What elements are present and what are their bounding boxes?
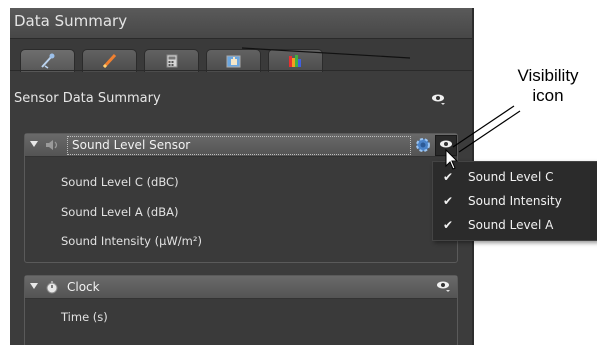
tab-graph-tools[interactable] [206,49,261,72]
visibility-annotation: Visibility icon [502,66,594,106]
collapse-triangle-icon[interactable] [30,283,38,289]
sensor-group: Sound Level Sensor Sound Level C (dBC) S… [24,133,458,263]
sensor-name-box[interactable]: Sound Level Sensor [67,136,411,155]
visibility-eye-icon[interactable] [430,92,446,106]
stopwatch-icon [46,281,58,294]
menu-item-sound-intensity[interactable]: ✔ Sound Intensity [433,190,597,214]
settings-gear-icon[interactable] [414,136,432,154]
visibility-eye-icon [440,140,452,148]
checkmark-icon: ✔ [443,194,454,208]
menu-item-label: Sound Intensity [468,194,562,208]
probe-icon [41,53,55,69]
section-title: Sensor Data Summary [14,91,161,106]
clock-header[interactable]: Clock [25,276,457,299]
clock-row: Time (s) [61,310,108,324]
sensor-row: Sound Intensity (µW/m²) [61,234,202,248]
sensor-header[interactable]: Sound Level Sensor [25,134,457,157]
visibility-menu: ✔ Sound Level C ✔ Sound Intensity ✔ Soun… [432,161,597,241]
clock-group: Clock Time (s) [24,275,458,345]
tab-annotate[interactable] [82,49,137,72]
tab-spectrum[interactable] [268,49,323,72]
sensor-row: Sound Level A (dBA) [61,205,179,219]
menu-item-label: Sound Level C [468,170,554,184]
pencil-icon [102,53,117,69]
checkmark-icon: ✔ [443,170,454,184]
data-summary-panel: Data Summary Sensor Data Summary Sound L… [10,8,472,345]
tab-divider [10,70,472,71]
visibility-button[interactable] [435,135,457,156]
menu-item-sound-level-c[interactable]: ✔ Sound Level C [433,166,597,190]
checkmark-icon: ✔ [443,218,454,232]
collapse-triangle-icon[interactable] [30,141,38,147]
annotation-line-2: icon [532,86,564,105]
menu-item-label: Sound Level A [468,218,554,232]
graph-hand-icon [226,55,241,68]
sensor-row: Sound Level C (dBC) [61,175,179,189]
spectrum-icon [289,55,301,67]
calculator-icon [166,54,178,68]
clock-name: Clock [67,280,100,294]
menu-item-sound-level-a[interactable]: ✔ Sound Level A [433,214,597,238]
sensor-name: Sound Level Sensor [72,138,191,152]
tab-calculator[interactable] [144,49,199,72]
panel-title: Data Summary [14,12,128,30]
visibility-eye-icon[interactable] [435,280,451,294]
annotation-line-1: Visibility [517,66,579,85]
tab-sensors[interactable] [20,49,75,72]
sound-sensor-icon [46,140,58,150]
tab-strip [10,39,472,72]
panel-titlebar: Data Summary [10,8,472,39]
